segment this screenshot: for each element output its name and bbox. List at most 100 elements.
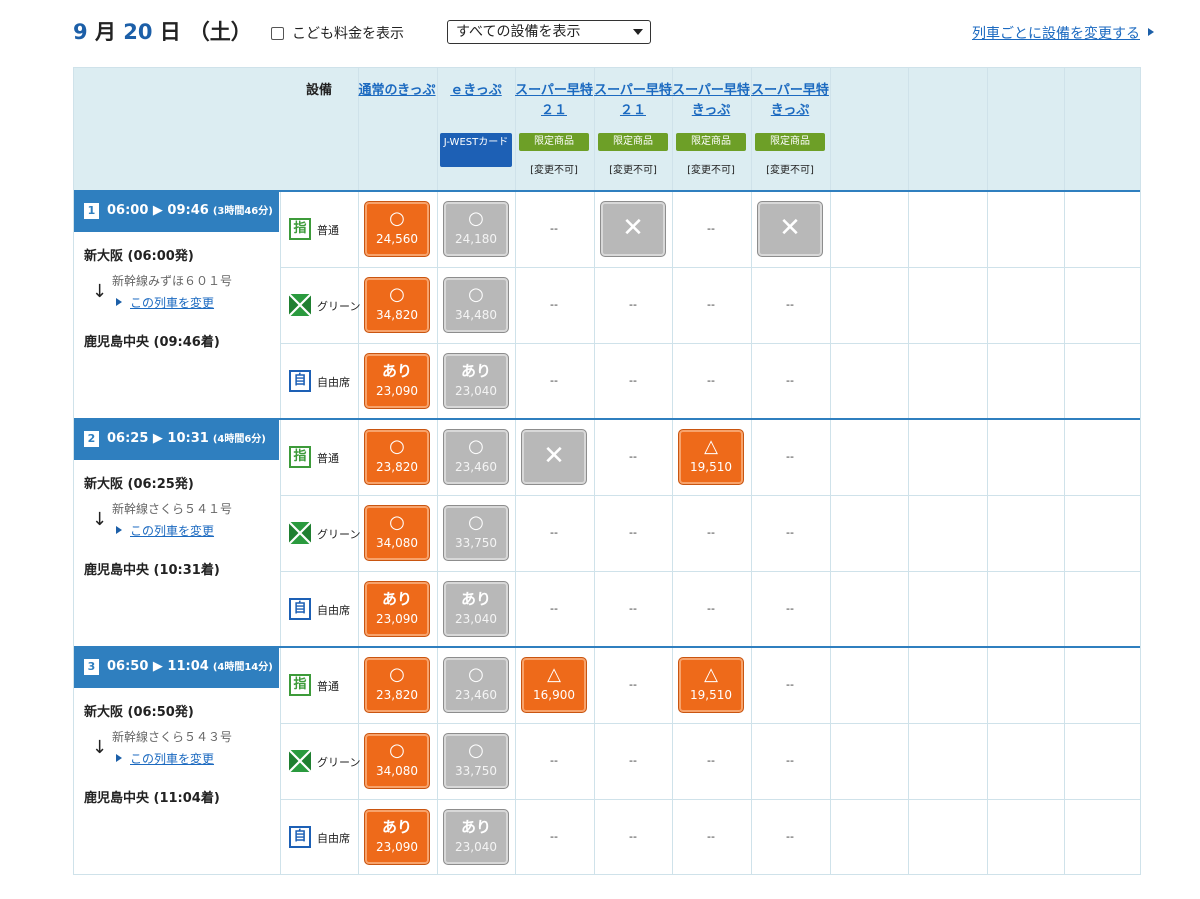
column-header-fare-link[interactable]: スーパー早特きっぷ [672,81,750,121]
green-car-icon [289,750,311,772]
fare-price: 24,560 [376,232,418,246]
non-reserved-seat-icon: 自 [289,826,311,848]
fare-button[interactable]: ○ 34,480 [443,277,509,333]
fare-price: 34,080 [376,536,418,550]
sold-out-button[interactable]: ✕ [521,429,587,485]
equipment-filter-select[interactable]: すべての設備を表示 [447,20,651,44]
fare-price: 34,480 [455,308,497,322]
fare-price: 23,090 [376,840,418,854]
availability-symbol: ○ [389,512,405,533]
sold-out-button[interactable]: ✕ [600,201,666,257]
arrival-station: 鹿児島中央 (10:31着) [84,563,220,578]
fare-button[interactable]: ○ 34,080 [364,505,430,561]
column-divider [437,68,438,874]
checkbox-box[interactable] [271,26,284,40]
seat-class-label: 自由席 [317,376,350,389]
column-header-fare-link[interactable]: ｅきっぷ [437,81,515,101]
fare-price: 33,750 [455,536,497,550]
change-train-label: この列車を変更 [130,752,215,766]
fare-button[interactable]: あり 23,090 [364,581,430,637]
availability-symbol: あり [460,590,491,608]
fare-table: 設備 通常のきっぷ ｅきっぷ J-WESTカード スーパー早特２１ 限定商品 [変更不可] ス… [73,67,1141,875]
chevron-down-icon [633,29,643,35]
departure-station: 新大阪 (06:25発) [84,477,194,492]
column-header-fare-link[interactable]: スーパー早特きっぷ [751,81,829,121]
equipment-filter-value: すべての設備を表示 [456,24,581,40]
fare-price: 34,820 [376,308,418,322]
fare-price: 19,510 [690,688,732,702]
column-header-fare-link[interactable]: スーパー早特２１ [515,81,593,121]
column-header-fare-link[interactable]: 通常のきっぷ [358,81,436,101]
fare-button[interactable]: ○ 23,820 [364,429,430,485]
train-time-range: 06:50 ▶ 11:04 (4時間14分) [107,658,273,677]
unavailable-dash: -- [629,374,637,387]
arrow-down-icon: ↓ [92,737,108,758]
non-reserved-seat-icon: 自 [289,370,311,392]
close-icon: ✕ [543,441,565,471]
unavailable-dash: -- [707,298,715,311]
availability-symbol: △ [704,436,718,457]
fare-price: 23,460 [455,460,497,474]
unavailable-dash: -- [629,450,637,463]
fare-button[interactable]: △ 19,510 [678,429,744,485]
date-day: 20 [123,20,153,44]
fare-button[interactable]: ○ 33,750 [443,505,509,561]
arrow-right-icon [116,526,122,534]
seat-class-label: 普通 [317,680,339,693]
row-divider [280,723,1140,724]
unavailable-dash: -- [707,526,715,539]
unavailable-dash: -- [629,602,637,615]
unavailable-dash: -- [786,602,794,615]
limited-product-tag: 限定商品 [755,133,825,151]
fare-price: 23,820 [376,688,418,702]
change-train-link[interactable]: この列車を変更 [116,750,214,767]
unavailable-dash: -- [629,830,637,843]
no-change-note: [変更不可] [766,165,814,176]
fare-button[interactable]: ○ 24,180 [443,201,509,257]
change-train-link[interactable]: この列車を変更 [116,522,214,539]
fare-price: 23,040 [455,840,497,854]
fare-button[interactable]: ○ 23,460 [443,429,509,485]
fare-price: 19,510 [690,460,732,474]
fare-price: 23,090 [376,384,418,398]
fare-button[interactable]: ○ 33,750 [443,733,509,789]
reserved-seat-icon: 指 [289,446,311,468]
seat-class-label: グリーン [317,756,361,769]
fare-price: 24,180 [455,232,497,246]
fare-price: 16,900 [533,688,575,702]
availability-symbol: ○ [389,284,405,305]
seat-class-label: 自由席 [317,832,350,845]
fare-button[interactable]: △ 16,900 [521,657,587,713]
availability-symbol: ○ [468,512,484,533]
column-header-fare-link[interactable]: スーパー早特２１ [594,81,672,121]
fare-button[interactable]: あり 23,040 [443,581,509,637]
fare-button[interactable]: △ 19,510 [678,657,744,713]
fare-button[interactable]: ○ 23,820 [364,657,430,713]
fare-button[interactable]: ○ 34,820 [364,277,430,333]
fare-button[interactable]: ○ 24,560 [364,201,430,257]
availability-symbol: ○ [468,208,484,229]
unavailable-dash: -- [786,754,794,767]
sold-out-button[interactable]: ✕ [757,201,823,257]
fare-button[interactable]: あり 23,040 [443,353,509,409]
unavailable-dash: -- [629,754,637,767]
unavailable-dash: -- [786,374,794,387]
fare-button[interactable]: あり 23,040 [443,809,509,865]
departure-station: 新大阪 (06:50発) [84,705,194,720]
fare-button[interactable]: ○ 34,080 [364,733,430,789]
unavailable-dash: -- [786,450,794,463]
availability-symbol: △ [547,664,561,685]
availability-symbol: ○ [389,436,405,457]
column-divider [830,68,831,874]
train-name: 新幹線さくら５４１号 [112,502,233,516]
change-equipment-by-train-link[interactable]: 列車ごとに設備を変更する [972,23,1140,43]
fare-button[interactable]: ○ 23,460 [443,657,509,713]
fare-button[interactable]: あり 23,090 [364,809,430,865]
fare-button[interactable]: あり 23,090 [364,353,430,409]
train-number-badge: 1 [84,203,99,219]
change-train-link[interactable]: この列車を変更 [116,294,214,311]
train-number-badge: 3 [84,659,99,675]
column-divider [987,68,988,874]
limited-product-tag: 限定商品 [519,133,589,151]
child-fare-checkbox[interactable]: こども料金を表示 [271,23,404,43]
